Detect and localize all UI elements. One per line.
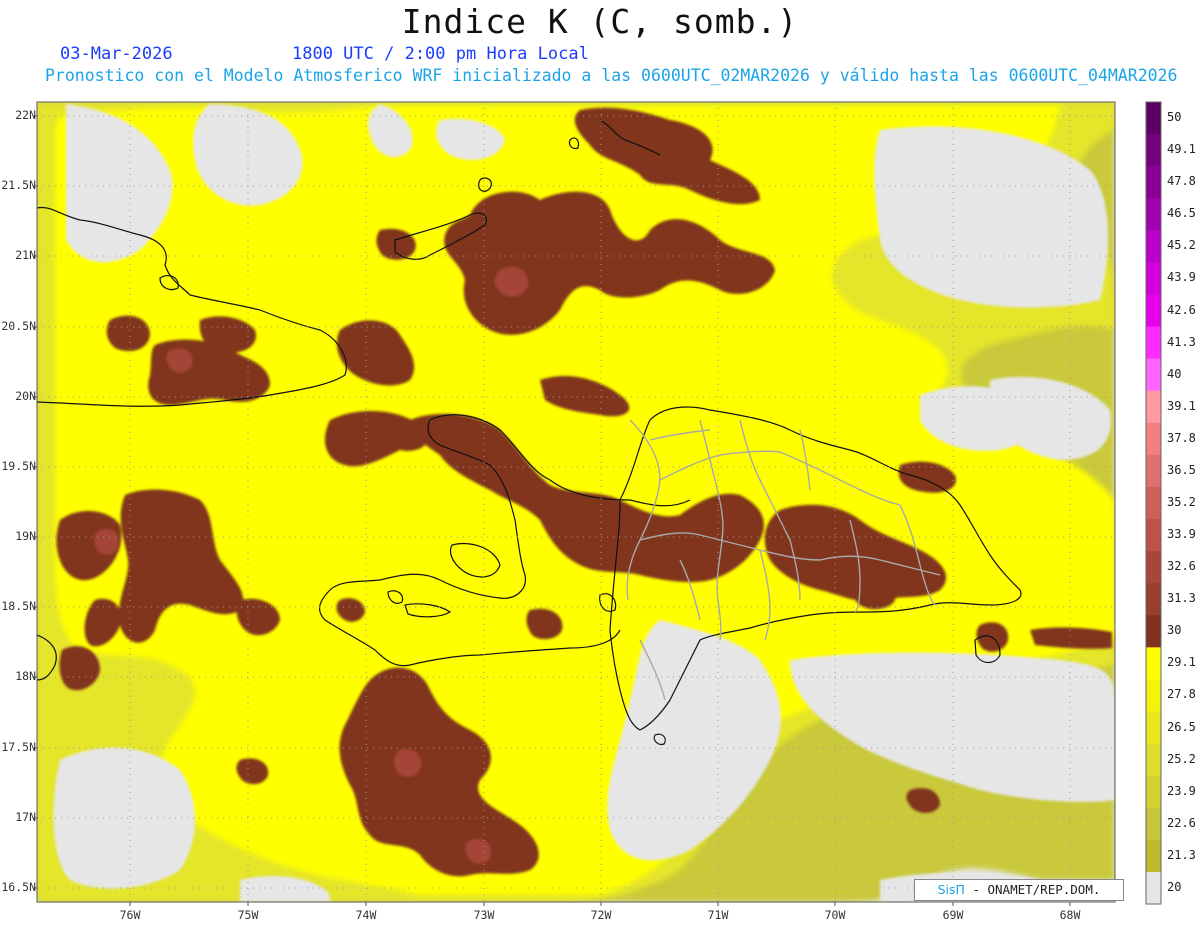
lat-label: 22N [15,108,36,122]
colorbar-label: 27.8 [1167,687,1196,702]
colorbar-label: 30 [1167,623,1182,638]
lat-label: 21N [15,248,36,262]
colorbar-swatch [1146,743,1161,777]
colorbar-swatch [1146,711,1161,745]
colorbar-swatch [1146,422,1161,456]
lat-label: 17.5N [1,740,36,754]
colorbar-swatch [1146,871,1161,905]
page-title: Indice K (C, somb.) [401,2,799,41]
colorbar-swatch [1146,390,1161,424]
colorbar-swatch [1146,326,1161,360]
colorbar-label: 33.9 [1167,527,1196,542]
lon-label: 70W [824,908,846,922]
colorbar-label: 29.1 [1167,655,1196,670]
colorbar-label: 47.8 [1167,174,1196,189]
colorbar [1145,101,1162,905]
colorbar-swatch [1146,647,1161,680]
lat-label: 16.5N [1,880,36,894]
colorbar-label: 37.8 [1167,430,1196,445]
colorbar-label: 45.2 [1167,238,1196,253]
lat-label: 20.5N [1,319,36,333]
lon-label: 75W [237,908,259,922]
lon-label: 74W [355,908,377,922]
sispi-logo: SisΠ [937,882,965,897]
credit-box: SisΠ - ONAMET/REP.DOM. [914,879,1124,901]
colorbar-label: 41.3 [1167,334,1196,349]
colorbar-swatch [1146,198,1161,231]
colorbar-swatch [1146,839,1161,873]
colorbar-label: 36.5 [1167,462,1196,477]
colorbar-label: 49.1 [1167,142,1196,157]
colorbar-swatch [1146,166,1161,199]
lon-label: 71W [707,908,729,922]
colorbar-label: 23.9 [1167,783,1196,798]
forecast-date: 03-Mar-2026 [60,44,173,64]
colorbar-swatch [1146,551,1161,584]
colorbar-swatch [1146,807,1161,841]
lon-label: 68W [1059,908,1081,922]
colorbar-label: 35.2 [1167,495,1196,509]
forecast-description: Pronostico con el Modelo Atmosferico WRF… [45,66,1178,85]
colorbar-label: 50 [1167,110,1182,125]
lon-label: 73W [473,908,495,922]
colorbar-label: 31.3 [1167,591,1196,606]
colorbar-swatch [1146,615,1161,648]
forecast-time: 1800 UTC / 2:00 pm Hora Local [292,44,589,64]
colorbar-label: 25.2 [1167,751,1196,766]
colorbar-label: 43.9 [1167,270,1196,285]
colorbar-swatch [1146,102,1161,135]
lon-label: 72W [590,908,612,922]
colorbar-label: 39.1 [1167,398,1196,413]
credit-text: - ONAMET/REP.DOM. [964,882,1101,897]
colorbar-label: 46.5 [1167,206,1196,221]
lat-label: 20N [15,389,36,403]
colorbar-swatch [1146,134,1161,167]
colorbar-swatch [1146,230,1161,263]
lat-label: 19.5N [1,459,36,473]
k-index-map [33,101,1162,906]
colorbar-swatch [1146,679,1161,713]
colorbar-label: 22.6 [1167,815,1196,830]
colorbar-swatch [1146,775,1161,809]
lat-label: 18.5N [1,599,36,613]
lat-label: 21.5N [1,178,36,192]
colorbar-label: 26.5 [1167,719,1196,734]
lat-label: 17N [15,810,36,824]
colorbar-swatch [1146,454,1161,488]
lat-label: 19N [15,529,36,543]
colorbar-swatch [1146,262,1161,295]
colorbar-swatch [1146,519,1161,552]
colorbar-label: 32.6 [1167,559,1196,574]
colorbar-swatch [1146,358,1161,392]
colorbar-label: 21.3 [1167,847,1196,862]
colorbar-label: 40 [1167,366,1182,381]
colorbar-swatch [1146,486,1161,520]
colorbar-swatch [1146,583,1161,616]
lon-label: 76W [119,908,141,922]
colorbar-label: 42.6 [1167,302,1196,317]
colorbar-label: 20 [1167,879,1182,894]
colorbar-swatch [1146,294,1161,328]
lat-label: 18N [15,669,36,683]
lon-label: 69W [942,908,964,922]
